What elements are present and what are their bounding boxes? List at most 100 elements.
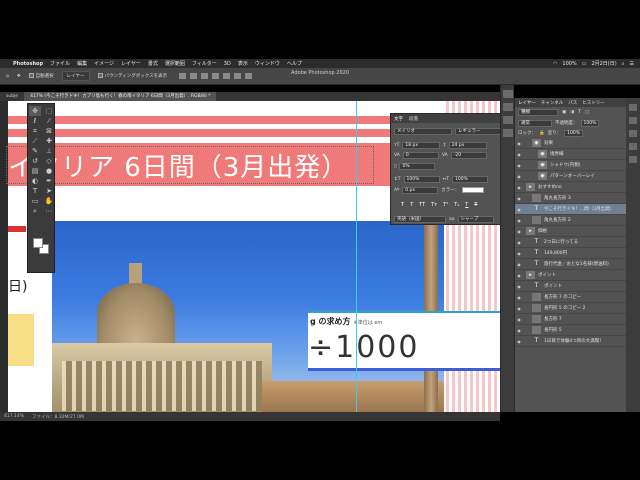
path-select-icon[interactable]: ➤	[43, 186, 55, 196]
visibility-eye-icon[interactable]: ◉	[515, 141, 523, 146]
blend-mode-select[interactable]: 通常	[518, 119, 552, 127]
visibility-eye-icon[interactable]: ◉	[515, 196, 523, 201]
text-color-chip[interactable]	[462, 187, 485, 193]
language-select[interactable]: 英語（米国）	[394, 215, 446, 223]
blur-icon[interactable]: ●	[43, 166, 55, 176]
history-panel-icon[interactable]	[503, 90, 513, 98]
layer-row[interactable]: ◉ ◉ パターンオーバーレイ	[515, 171, 627, 182]
properties-panel-icon[interactable]	[503, 103, 513, 111]
menu-file[interactable]: ファイル	[50, 60, 70, 67]
patterns-panel-icon[interactable]	[629, 143, 637, 150]
type-icon[interactable]: T	[29, 186, 41, 196]
zoom-icon[interactable]: ⌕	[29, 206, 41, 216]
visibility-eye-icon[interactable]: ◉	[515, 174, 523, 179]
battery-icon[interactable]: ▭	[582, 61, 587, 67]
vertical-scale-field[interactable]: 100%	[403, 175, 440, 183]
visibility-eye-icon[interactable]: ◉	[515, 240, 523, 245]
doc-tab-other[interactable]: subje	[0, 92, 25, 101]
bbox-checkbox[interactable]	[97, 73, 103, 78]
menu-select[interactable]: 選択範囲	[165, 60, 185, 67]
visibility-eye-icon[interactable]: ◉	[515, 328, 523, 333]
foreground-color-swatch[interactable]	[33, 238, 43, 248]
align-right-icon[interactable]	[201, 73, 209, 79]
visibility-eye-icon[interactable]: ◉	[515, 218, 523, 223]
visibility-eye-icon[interactable]: ◉	[515, 163, 523, 168]
eyedropper-icon[interactable]: ⟋	[29, 136, 41, 146]
all-caps-button[interactable]: TT	[419, 202, 425, 208]
filter-pixel-icon[interactable]: ▣	[562, 110, 566, 115]
visibility-eye-icon[interactable]: ◉	[515, 295, 523, 300]
stamp-icon[interactable]: ⊥	[43, 146, 55, 156]
tab-layers[interactable]: レイヤー	[518, 100, 536, 106]
libraries-icon[interactable]	[629, 104, 637, 111]
align-top-icon[interactable]	[212, 73, 220, 79]
visibility-eye-icon[interactable]: ◉	[515, 273, 523, 278]
fill-field[interactable]: 100%	[564, 129, 583, 137]
menu-image[interactable]: イメージ	[94, 60, 114, 67]
control-center-icon[interactable]: ☰	[630, 61, 634, 67]
auto-select-checkbox[interactable]	[28, 73, 34, 78]
faux-bold-button[interactable]: T	[401, 202, 404, 208]
styles-panel-icon[interactable]	[629, 156, 637, 163]
layer-row[interactable]: ◉ ▸ 価格	[515, 226, 627, 237]
strikethrough-button[interactable]: T	[474, 202, 477, 208]
layer-row[interactable]: ◉ T 今こそ行きドキ！...間（3月出発）	[515, 204, 627, 215]
menubar-clock[interactable]: 2月2日(日)	[591, 60, 616, 67]
text-bounding-box[interactable]	[6, 146, 374, 184]
layer-row[interactable]: ◉ ◉ 境界線	[515, 149, 627, 160]
swatches-panel-icon[interactable]	[503, 129, 513, 137]
layer-row[interactable]: ◉ 角丸長方形 3	[515, 193, 627, 204]
guide-line[interactable]	[356, 101, 357, 412]
visibility-eye-icon[interactable]: ◉	[515, 207, 523, 212]
leading-field[interactable]: 24 px	[448, 141, 487, 149]
tsume-field[interactable]: 0%	[399, 162, 436, 170]
menu-type[interactable]: 書式	[148, 60, 158, 67]
menu-view[interactable]: 表示	[238, 60, 248, 67]
visibility-eye-icon[interactable]: ◉	[515, 317, 523, 322]
faux-italic-button[interactable]: T	[410, 202, 413, 208]
align-bottom-icon[interactable]	[234, 73, 242, 79]
menu-layer[interactable]: レイヤー	[121, 60, 141, 67]
pen-icon[interactable]: ✒	[43, 176, 55, 186]
lock-icon[interactable]: 🔒	[539, 131, 545, 136]
menu-window[interactable]: ウィンドウ	[255, 60, 280, 67]
visibility-eye-icon[interactable]: ◉	[515, 152, 523, 157]
eraser-icon[interactable]: ◇	[43, 156, 55, 166]
layer-row[interactable]: ◉ 長方形 7	[515, 314, 627, 325]
brush-icon[interactable]: ✎	[29, 146, 41, 156]
layer-row[interactable]: ◉ ◉ 効果	[515, 138, 627, 149]
tracking-field[interactable]: -20	[450, 151, 487, 159]
align-vcenter-icon[interactable]	[223, 73, 231, 79]
font-family-select[interactable]: メイリオ	[394, 127, 452, 135]
visibility-eye-icon[interactable]: ◉	[515, 339, 523, 344]
align-hcenter-icon[interactable]	[190, 73, 198, 79]
visibility-eye-icon[interactable]: ◉	[515, 251, 523, 256]
menu-help[interactable]: ヘルプ	[287, 60, 302, 67]
layer-kind-filter[interactable]: 種類	[518, 109, 558, 116]
layer-row[interactable]: ◉ 長円形 5	[515, 325, 627, 336]
move-icon[interactable]: ✥	[29, 106, 41, 116]
healing-icon[interactable]: ✚	[43, 136, 55, 146]
visibility-eye-icon[interactable]: ◉	[515, 185, 523, 190]
zoom-level[interactable]: 417.14%	[4, 414, 24, 419]
layer-row[interactable]: ◉ ◉ シャドウ(内側)	[515, 160, 627, 171]
menu-edit[interactable]: 編集	[77, 60, 87, 67]
shape-icon[interactable]: ▭	[29, 196, 41, 206]
history-brush-icon[interactable]: ↺	[29, 156, 41, 166]
layer-row[interactable]: ◉ T 旅行代金／おとな1名様(燃油料)	[515, 259, 627, 270]
visibility-eye-icon[interactable]: ◉	[515, 262, 523, 267]
kerning-field[interactable]: 0	[402, 151, 439, 159]
tab-paths[interactable]: パス	[568, 100, 577, 106]
layer-row[interactable]: ◉ 長方形 7 のコピー	[515, 292, 627, 303]
lasso-icon[interactable]: ℓ	[29, 116, 41, 126]
home-icon[interactable]: ⌂	[6, 74, 9, 79]
hand-icon[interactable]: ✋	[43, 196, 55, 206]
more-icon[interactable]: ⋯	[43, 206, 55, 216]
layer-row[interactable]: ◉ 角丸長方形 2	[515, 215, 627, 226]
gradient-icon[interactable]: ▤	[29, 166, 41, 176]
frame-icon[interactable]: ⊠	[43, 126, 55, 136]
dodge-icon[interactable]: ◐	[29, 176, 41, 186]
font-size-field[interactable]: 18 px	[402, 141, 441, 149]
opacity-field[interactable]: 100%	[580, 119, 600, 127]
layer-row[interactable]: ◉ ▸ ポイント	[515, 270, 627, 281]
